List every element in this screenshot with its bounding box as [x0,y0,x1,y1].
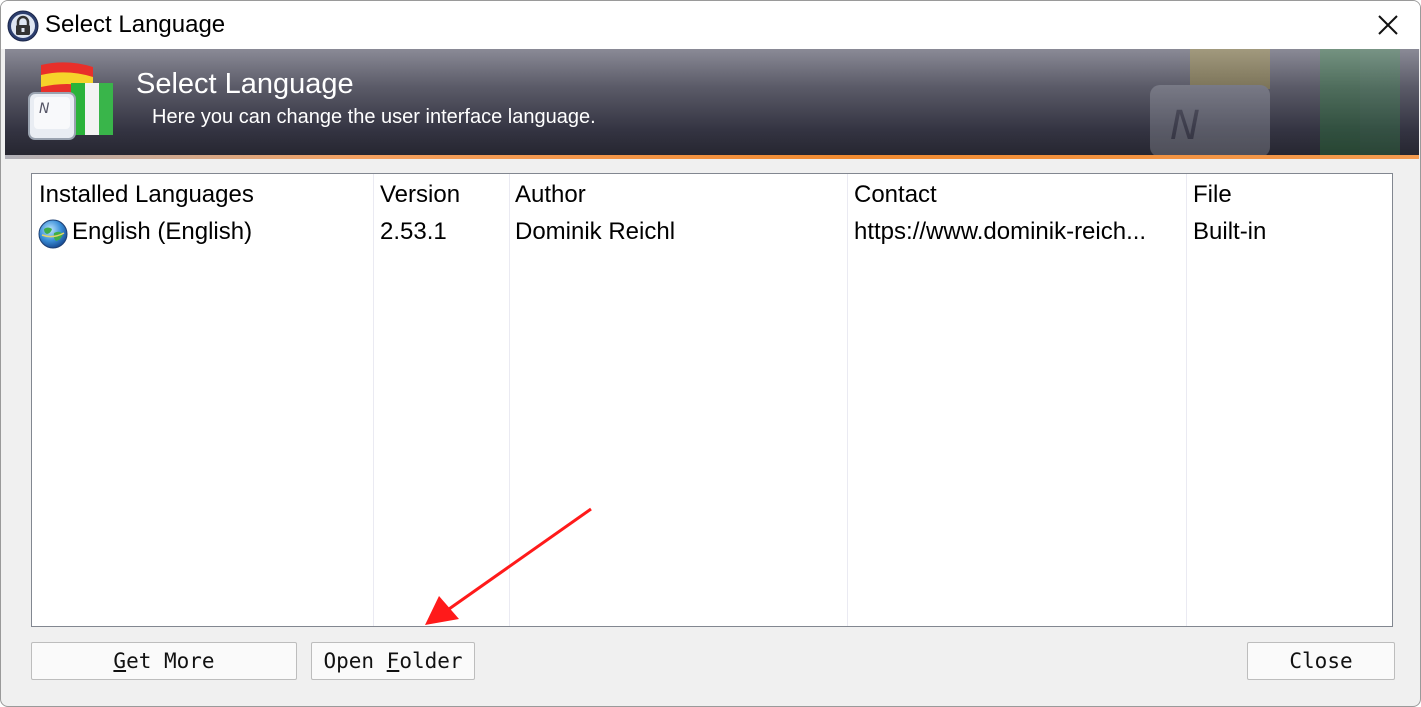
cell-language: English (English) [72,218,253,245]
open-folder-access-key: F [386,649,400,673]
get-more-access-key: G [113,649,127,673]
header-file[interactable]: File [1193,180,1232,210]
open-folder-button[interactable]: Open Folder [311,642,475,680]
select-language-dialog: Select Language N Select Language Here y… [0,0,1421,707]
banner-watermark-icon: N [1150,49,1400,157]
globe-icon [38,219,68,249]
banner-accent-line [5,155,1419,159]
header-contact[interactable]: Contact [854,180,937,210]
get-more-button[interactable]: Get More [31,642,297,680]
close-button[interactable]: Close [1247,642,1395,680]
cell-file: Built-in [1193,218,1267,245]
header-installed-languages[interactable]: Installed Languages [39,180,254,210]
header-banner: N Select Language Here you can change th… [5,49,1419,157]
window-title: Select Language [45,11,226,38]
get-more-label-post: et More [126,649,215,673]
cell-author: Dominik Reichl [515,218,676,245]
cell-contact: https://www.dominik-reich... [854,218,1147,245]
header-version[interactable]: Version [380,180,460,210]
banner-subtitle: Here you can change the user interface l… [152,106,596,128]
banner-title: Select Language [136,68,354,100]
language-flag-keyboard-icon: N [28,62,113,140]
open-folder-label-post: older [399,649,463,673]
open-folder-label-pre: Open [323,649,387,673]
languages-list[interactable]: Installed Languages Version Author Conta… [31,173,1393,627]
svg-text:N: N [39,101,50,117]
cell-version: 2.53.1 [380,218,447,245]
window-close-button[interactable] [1356,1,1420,49]
keepass-lock-icon [7,10,39,42]
header-author[interactable]: Author [515,180,586,210]
title-bar: Select Language [1,1,1420,49]
close-icon [1378,15,1398,35]
svg-text:N: N [1170,103,1200,149]
